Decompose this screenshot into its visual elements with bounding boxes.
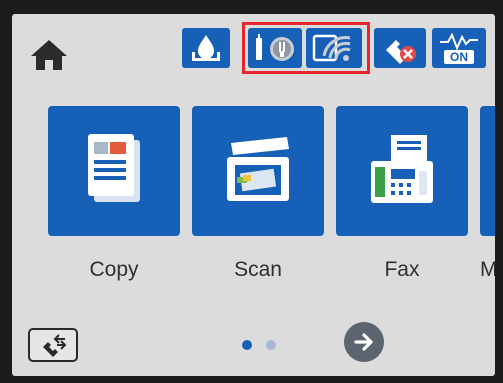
ink-status-button[interactable] xyxy=(182,28,230,68)
phone-transfer-icon xyxy=(43,334,67,357)
home-icon xyxy=(31,40,67,70)
quiet-mode-wave-icon xyxy=(440,32,478,50)
copy-tile-button[interactable] xyxy=(48,106,180,236)
page-indicator-1 xyxy=(242,340,252,350)
quiet-mode-status-button[interactable]: ON xyxy=(432,28,486,68)
scan-tile-button[interactable] xyxy=(192,106,324,236)
fax-icon xyxy=(371,135,433,203)
scan-icon xyxy=(227,137,289,201)
fax-status-button[interactable] xyxy=(374,28,426,68)
page-indicator-2 xyxy=(266,340,276,350)
ink-level-icon xyxy=(192,35,220,61)
arrow-right-icon xyxy=(354,333,373,351)
quiet-mode-label: ON xyxy=(444,50,474,64)
copy-label: Copy xyxy=(89,258,139,281)
home-button[interactable] xyxy=(26,36,72,74)
scan-label: Scan xyxy=(234,258,282,281)
more-label: M xyxy=(480,258,495,281)
fax-off-icon xyxy=(386,40,416,64)
fax-tile-button[interactable] xyxy=(336,106,468,236)
copy-icon xyxy=(88,134,140,202)
wireless-status-highlight xyxy=(242,22,370,74)
more-tile-button[interactable] xyxy=(480,106,495,236)
fax-label: Fax xyxy=(384,258,420,281)
fax-contacts-button[interactable] xyxy=(28,328,78,362)
printer-screen: ON Copy Scan Fax M xyxy=(12,14,495,376)
next-page-button[interactable] xyxy=(344,322,384,362)
